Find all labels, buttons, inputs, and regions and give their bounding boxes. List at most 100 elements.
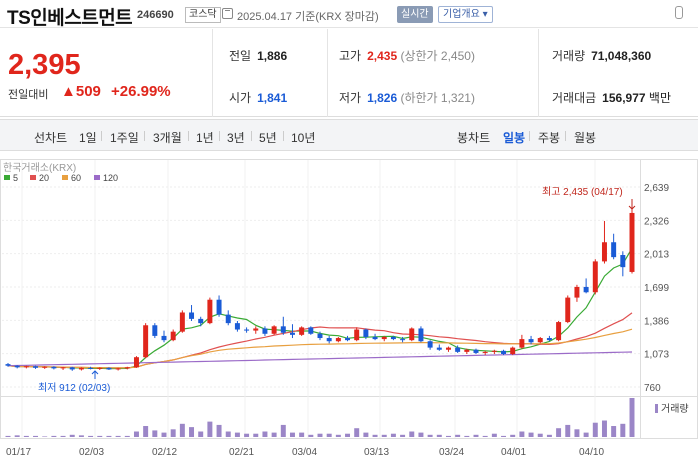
- volume-bar: [124, 435, 130, 437]
- legend-label: 120: [103, 173, 118, 183]
- volume-bar: [216, 424, 222, 437]
- candle-body: [519, 339, 525, 348]
- y-tick-label: 1,073: [644, 350, 669, 361]
- candle-body: [244, 329, 250, 331]
- tab-daily[interactable]: 일봉: [503, 129, 525, 146]
- volume-bar: [418, 432, 424, 437]
- candle-body: [372, 336, 378, 340]
- volume-bar: [491, 433, 497, 437]
- volume-bar: [317, 433, 323, 437]
- y-tick-label: 1,386: [644, 316, 669, 327]
- tab-weekly[interactable]: 주봉: [538, 129, 560, 146]
- divider: [538, 29, 539, 117]
- candle-body: [345, 338, 351, 341]
- min-annotation: 최저 912 (02/03): [38, 382, 110, 394]
- volume-bar: [51, 435, 57, 437]
- volume-bar: [42, 436, 48, 437]
- candle-body: [436, 347, 442, 350]
- candle-body: [363, 329, 369, 337]
- candle-body: [106, 367, 112, 370]
- candle-body: [326, 338, 332, 342]
- candle-body: [601, 242, 607, 262]
- x-tick-label: 02/12: [152, 447, 177, 458]
- volume-bar: [519, 431, 525, 437]
- candle-body: [5, 364, 11, 366]
- tab-5y[interactable]: 5년: [259, 129, 277, 146]
- candle-body: [574, 286, 580, 298]
- volume-bar: [299, 432, 305, 437]
- volume-bar: [436, 434, 442, 437]
- touch-icon[interactable]: [675, 6, 683, 19]
- volume-bar: [225, 431, 231, 437]
- market-badge: 코스닥: [185, 7, 221, 23]
- tab-3m[interactable]: 3개월: [153, 129, 182, 146]
- candle-body: [611, 242, 617, 258]
- tab-1y[interactable]: 1년: [196, 129, 214, 146]
- candle-body: [289, 332, 295, 335]
- stock-chart[interactable]: 2,639 2,326 2,013 1,699 1,386 1,073 760 01/17 02…: [0, 151, 698, 461]
- candle-body: [537, 338, 543, 343]
- volume-bar: [271, 432, 277, 437]
- candle-body: [455, 347, 461, 352]
- candle-body: [565, 297, 571, 323]
- volume-bar: [473, 434, 479, 437]
- volume-bar: [510, 434, 516, 437]
- tab-1d[interactable]: 1일: [79, 129, 97, 146]
- volume-bar: [629, 398, 635, 437]
- candle-body: [583, 286, 589, 293]
- x-tick-label: 03/04: [292, 447, 317, 458]
- candle-chart-label: 봉차트: [457, 131, 491, 145]
- divider: [327, 29, 328, 117]
- volume-bar: [464, 435, 470, 437]
- candle-body: [271, 326, 277, 334]
- candle-body: [33, 366, 39, 368]
- x-tick-label: 03/24: [439, 447, 464, 458]
- high-price: 고가 2,435 (상한가 2,450): [339, 49, 475, 63]
- company-info-dropdown[interactable]: 기업개요 ▾: [438, 6, 493, 23]
- min-arrow: [91, 370, 99, 379]
- stock-header: TS인베스트먼트 246690 코스닥 2025.04.17 기준(KRX 장마…: [0, 0, 698, 29]
- candle-body: [161, 335, 167, 341]
- volume-bar: [556, 428, 562, 437]
- volume-bar: [289, 432, 295, 437]
- candle-body: [510, 347, 516, 355]
- candle-body: [170, 331, 176, 341]
- candle-body: [262, 328, 268, 334]
- volume-bar: [234, 432, 240, 437]
- volume-bar: [280, 424, 286, 437]
- candle-body: [400, 339, 406, 341]
- trade-amount: 거래대금 156,977 백만: [552, 91, 671, 105]
- volume-bar: [253, 433, 259, 437]
- tab-monthly[interactable]: 월봉: [574, 129, 596, 146]
- realtime-button[interactable]: 실시간: [397, 6, 433, 23]
- prev-close: 전일 1,886: [229, 49, 288, 63]
- volume-bar: [69, 434, 75, 437]
- volume-bar: [326, 433, 332, 437]
- volume-label: 거래량: [661, 403, 689, 415]
- volume-bar: [574, 429, 580, 437]
- volume-bar: [14, 435, 20, 437]
- volume-bar: [106, 435, 112, 437]
- candle-body: [409, 328, 415, 341]
- tab-1w[interactable]: 1주일: [110, 129, 139, 146]
- volume-bar: [152, 430, 158, 437]
- tab-10y[interactable]: 10년: [291, 129, 315, 146]
- quote-panel: 2,395 전일대비 ▲509 +26.99% 전일 1,886 시가 1,841 …: [0, 29, 698, 117]
- current-price: 2,395: [8, 49, 81, 81]
- candle-body: [179, 312, 185, 332]
- volume-bar: [262, 431, 268, 437]
- candle-body: [124, 367, 130, 369]
- volume-bar: [23, 435, 29, 437]
- candle-body: [308, 327, 314, 334]
- candle-body: [23, 366, 29, 368]
- change-label: 전일대비: [8, 89, 49, 101]
- candle-body: [143, 325, 149, 358]
- candle-body: [381, 336, 387, 340]
- candle-body: [335, 338, 341, 342]
- tab-3y[interactable]: 3년: [227, 129, 245, 146]
- volume-bar: [133, 431, 139, 437]
- candle-body: [592, 261, 598, 293]
- volume-bar: [115, 435, 121, 437]
- candle-body: [115, 368, 121, 370]
- volume-bar: [400, 434, 406, 437]
